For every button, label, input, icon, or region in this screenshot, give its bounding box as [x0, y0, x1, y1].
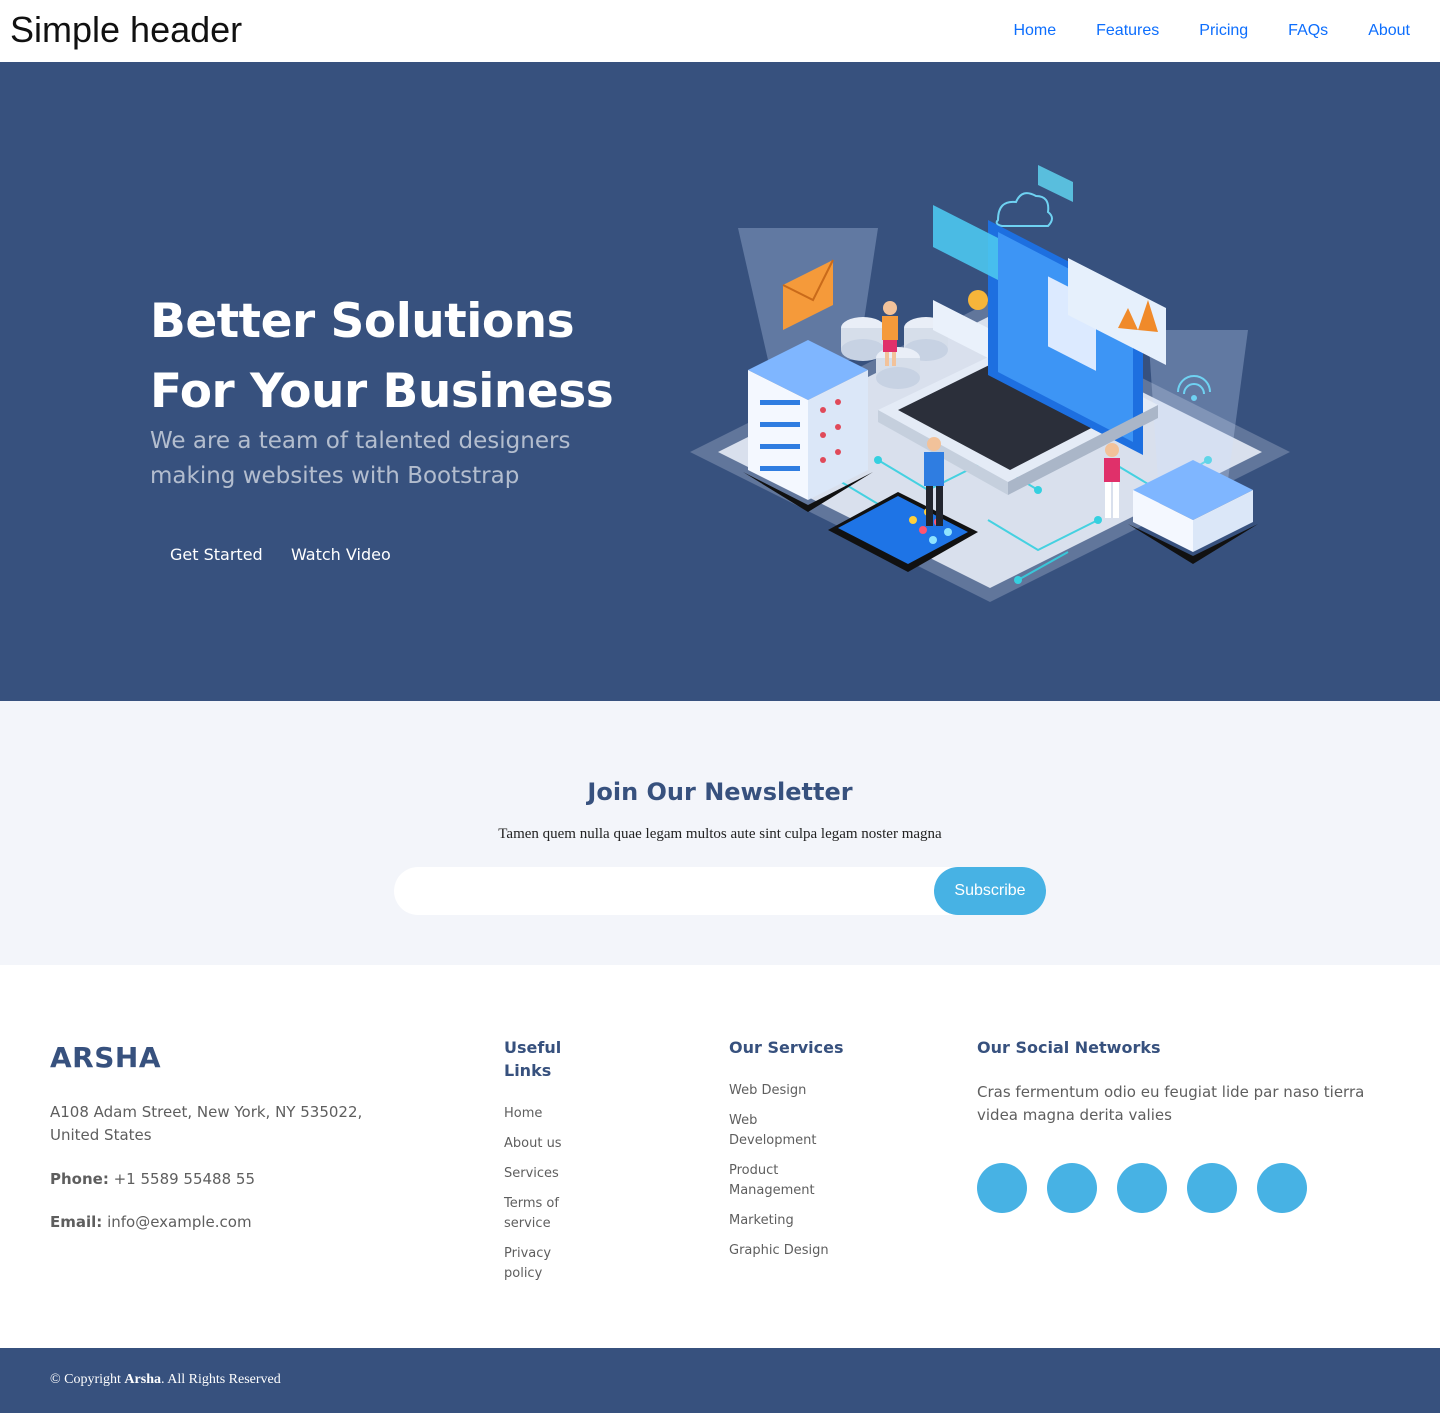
email-value: info@example.com — [107, 1213, 252, 1231]
watch-video-button[interactable]: Watch Video — [291, 540, 391, 570]
footer-address: A108 Adam Street, New York, NY 535022, U… — [50, 1103, 363, 1144]
social-networks-title: Our Social Networks — [977, 1038, 1161, 1057]
skype-icon[interactable] — [1187, 1163, 1237, 1213]
footer-link-services[interactable]: Services — [504, 1164, 574, 1184]
social-links — [977, 1163, 1327, 1213]
nav-link-features[interactable]: Features — [1076, 16, 1179, 46]
service-link-web-design[interactable]: Web Design — [729, 1081, 829, 1101]
nav-link-about[interactable]: About — [1348, 16, 1430, 46]
nav-link-faqs[interactable]: FAQs — [1268, 16, 1348, 46]
useful-links-title: Useful Links — [504, 1038, 562, 1080]
top-header: Simple header Home Features Pricing FAQs… — [0, 0, 1440, 62]
social-networks-text: Cras fermentum odio eu feugiat lide par … — [977, 1083, 1365, 1124]
newsletter-title: Join Our Newsletter — [587, 778, 853, 806]
footer-link-terms[interactable]: Terms of service — [504, 1194, 574, 1234]
main-nav: Home Features Pricing FAQs About — [993, 16, 1430, 46]
service-link-web-development[interactable]: Web Development — [729, 1111, 829, 1151]
twitter-icon[interactable] — [977, 1163, 1027, 1213]
get-started-button[interactable]: Get Started — [170, 540, 263, 570]
copyright-brand: Arsha — [124, 1372, 161, 1387]
nav-link-home[interactable]: Home — [993, 16, 1076, 46]
instagram-icon[interactable] — [1117, 1163, 1167, 1213]
footer-link-home[interactable]: Home — [504, 1104, 574, 1124]
useful-links-list: Home About us Services Terms of service … — [504, 1104, 574, 1294]
newsletter-email-input[interactable] — [414, 875, 914, 907]
hero-illustration — [690, 165, 1290, 602]
footer-brand: ARSHA — [50, 1041, 161, 1074]
service-link-graphic-design[interactable]: Graphic Design — [729, 1241, 829, 1261]
service-link-product-management[interactable]: Product Management — [729, 1161, 829, 1201]
our-services-title: Our Services — [729, 1038, 844, 1057]
subscribe-button[interactable]: Subscribe — [934, 867, 1046, 915]
footer-phone: Phone: +1 5589 55488 55 — [50, 1168, 255, 1191]
nav-link-pricing[interactable]: Pricing — [1179, 16, 1268, 46]
copyright-prefix: © Copyright — [50, 1372, 121, 1387]
newsletter-form: Subscribe — [394, 867, 1046, 915]
phone-label: Phone: — [50, 1170, 109, 1188]
phone-value: +1 5589 55488 55 — [113, 1170, 256, 1188]
facebook-icon[interactable] — [1047, 1163, 1097, 1213]
copyright-suffix: . All Rights Reserved — [160, 1372, 281, 1387]
linkedin-icon[interactable] — [1257, 1163, 1307, 1213]
service-link-marketing[interactable]: Marketing — [729, 1211, 829, 1231]
footer-bottom-bar: © Copyright Arsha. All Rights Reserved — [0, 1348, 1440, 1413]
footer-link-privacy[interactable]: Privacy policy — [504, 1244, 574, 1284]
hero-subtitle: We are a team of talented designers maki… — [150, 428, 571, 489]
email-label: Email: — [50, 1213, 103, 1231]
hero-title: Better Solutions For Your Business — [150, 294, 614, 419]
copyright: © Copyright Arsha. All Rights Reserved — [50, 1370, 281, 1390]
footer: ARSHA A108 Adam Street, New York, NY 535… — [0, 965, 1440, 1348]
newsletter-section: Join Our Newsletter Tamen quem nulla qua… — [0, 701, 1440, 965]
footer-email: Email: info@example.com — [50, 1211, 252, 1234]
newsletter-text: Tamen quem nulla quae legam multos aute … — [498, 826, 942, 842]
services-list: Web Design Web Development Product Manag… — [729, 1081, 829, 1271]
hero-section: Better Solutions For Your Business We ar… — [0, 62, 1440, 701]
site-title[interactable]: Simple header — [10, 8, 242, 52]
footer-link-about-us[interactable]: About us — [504, 1134, 574, 1154]
